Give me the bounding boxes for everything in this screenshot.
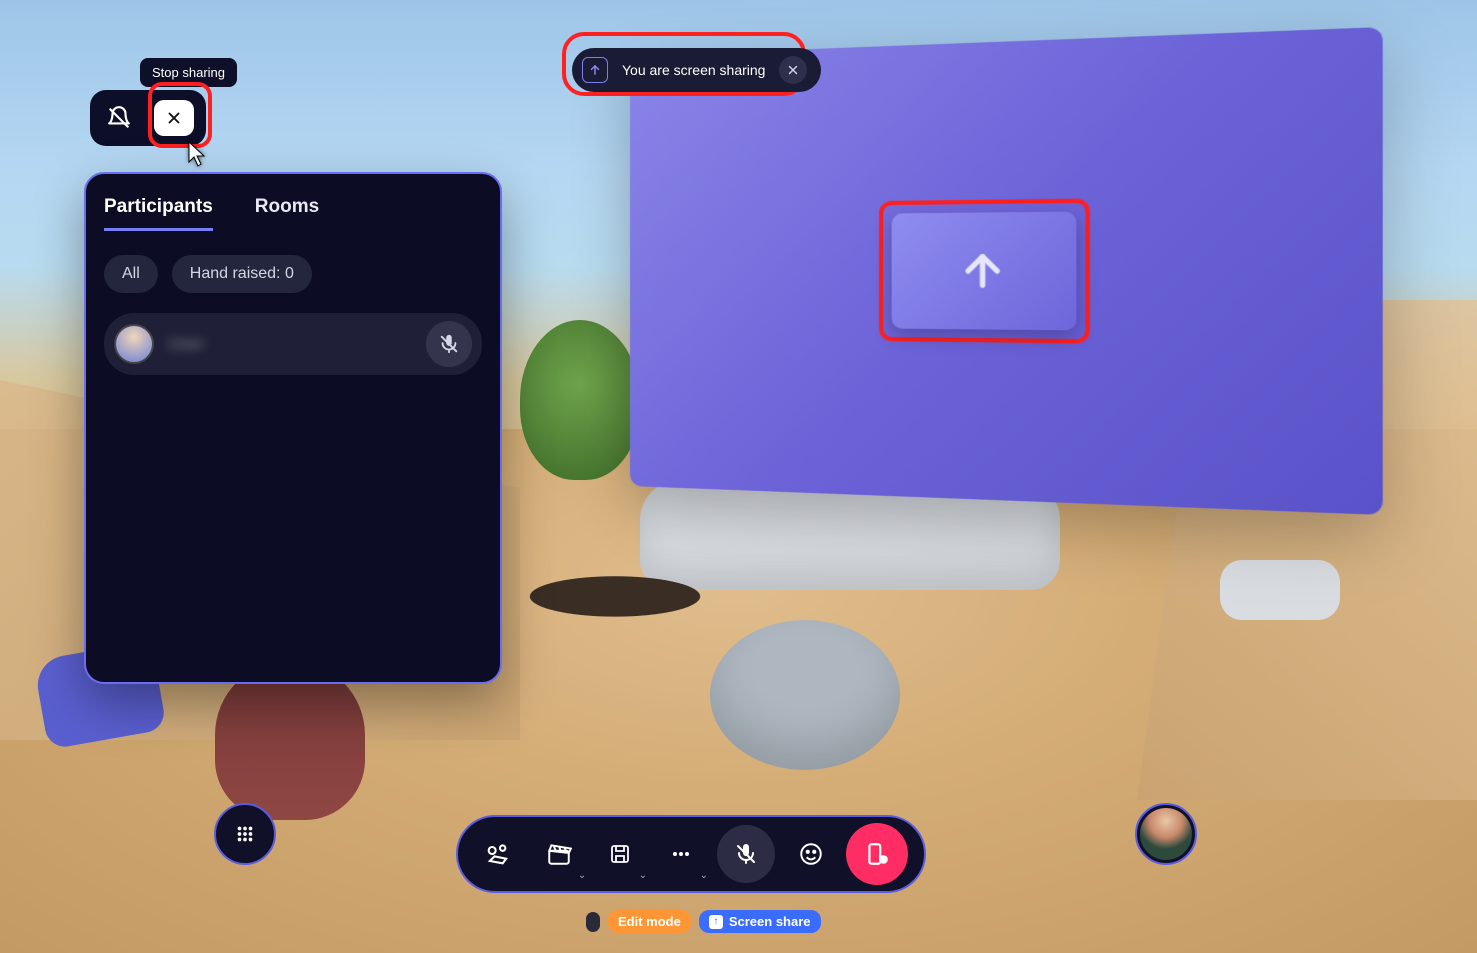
banner-close-button[interactable]: [779, 56, 807, 84]
cushion: [1220, 560, 1340, 620]
share-arrow-icon: [582, 57, 608, 83]
tab-rooms[interactable]: Rooms: [255, 196, 319, 231]
chevron-down-icon: ⌄: [578, 870, 586, 881]
more-icon: [669, 842, 693, 866]
panel-tabs: Participants Rooms: [104, 196, 482, 231]
leave-button[interactable]: [846, 823, 908, 885]
app-grid-button[interactable]: [214, 803, 276, 865]
close-icon: [165, 109, 183, 127]
sharing-toolbar: [90, 90, 206, 146]
screen-share-label: Screen share: [729, 914, 811, 929]
save-button[interactable]: ⌄: [595, 829, 645, 879]
save-icon: [608, 842, 632, 866]
screen-sharing-banner: You are screen sharing: [572, 48, 821, 92]
share-square-icon: ↑: [709, 915, 723, 929]
arrow-up-icon: [958, 246, 1008, 295]
filter-row: All Hand raised: 0: [104, 255, 482, 293]
self-avatar: [1140, 808, 1192, 860]
mic-toggle-button[interactable]: [717, 825, 775, 883]
status-row: Edit mode ↑ Screen share: [586, 910, 821, 933]
stop-sharing-tooltip: Stop sharing: [140, 58, 237, 87]
filter-all[interactable]: All: [104, 255, 158, 293]
self-avatar-button[interactable]: [1135, 803, 1197, 865]
smile-icon: [798, 841, 824, 867]
participant-avatar: [114, 324, 154, 364]
mic-off-icon: [734, 842, 758, 866]
filter-hand-raised[interactable]: Hand raised: 0: [172, 255, 312, 293]
status-indicator: [586, 912, 600, 932]
participant-name: User: [168, 334, 412, 354]
participant-row[interactable]: User: [104, 313, 482, 375]
bottom-dock: ⌄ ⌄ ⌄: [456, 815, 926, 893]
pouf: [215, 660, 365, 820]
stop-sharing-button[interactable]: [154, 100, 194, 136]
palette-icon: [484, 840, 512, 868]
cursor-icon: [186, 140, 208, 168]
mic-off-icon: [438, 333, 460, 355]
clapper-button[interactable]: ⌄: [534, 829, 584, 879]
grid-icon: [234, 823, 256, 845]
notifications-icon[interactable]: [102, 101, 136, 135]
screen-highlight: [879, 198, 1090, 343]
virtual-screen[interactable]: [630, 27, 1383, 515]
clapper-icon: [546, 841, 572, 867]
tab-participants[interactable]: Participants: [104, 196, 213, 231]
chevron-down-icon: ⌄: [700, 870, 708, 881]
tree: [520, 320, 640, 480]
close-icon: [786, 63, 800, 77]
exit-icon: [864, 841, 890, 867]
banner-text: You are screen sharing: [622, 62, 765, 78]
participant-mic-button[interactable]: [426, 321, 472, 367]
reactions-button[interactable]: [786, 829, 836, 879]
upload-card: [892, 212, 1077, 331]
participants-panel: Participants Rooms All Hand raised: 0 Us…: [84, 172, 502, 684]
ottoman: [710, 620, 900, 770]
chevron-down-icon: ⌄: [639, 870, 647, 881]
customize-button[interactable]: [473, 829, 523, 879]
edit-mode-pill[interactable]: Edit mode: [608, 910, 691, 933]
more-button[interactable]: ⌄: [656, 829, 706, 879]
screen-share-pill[interactable]: ↑ Screen share: [699, 910, 821, 933]
